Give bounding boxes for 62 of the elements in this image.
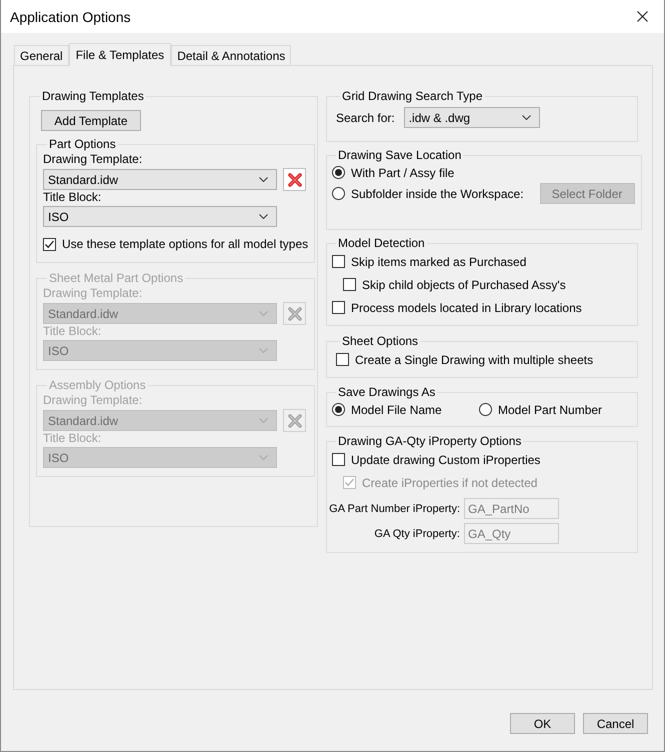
checkbox-label: Process models located in Library locations [351,300,582,314]
checkbox[interactable] [336,353,349,366]
radio-label: Model Part Number [498,402,602,416]
chevron-icon [259,311,268,316]
chevron-icon [259,177,268,182]
field-label: Title Block: [43,323,102,340]
dropdown[interactable]: Standard.idw [43,169,277,190]
dropdown[interactable]: ISO [43,206,277,227]
group-title: Save Drawings As [337,385,436,399]
group-title: Part Options [48,137,117,151]
close-icon[interactable] [637,11,648,22]
radio-button[interactable] [479,403,492,416]
radio-label: Subfolder inside the Workspace: [351,186,524,200]
checkbox-label: Create a Single Drawing with multiple sheets [355,352,594,366]
field-label: Title Block: [43,430,102,447]
field-label: Drawing Template: [43,285,144,302]
tab[interactable]: General [14,45,69,65]
chevron-icon [259,455,268,460]
ok-button[interactable]: OK [510,713,575,734]
field-label: GA Part Number iProperty: [328,502,460,516]
cross-icon [288,306,302,320]
group-title: Sheet Metal Part Options [48,271,184,285]
cross-icon [288,172,302,186]
field-label: Drawing Template: [43,151,144,168]
tab[interactable]: Detail & Annotations [171,45,292,65]
tab[interactable]: File & Templates [68,43,172,66]
checkbox[interactable] [332,255,345,268]
checkbox-label: Skip items marked as Purchased [351,254,526,268]
checkbox[interactable] [332,301,345,314]
dropdown[interactable]: .idw & .dwg [404,107,540,128]
checkbox[interactable] [343,278,356,291]
radio-button[interactable] [332,403,345,416]
checkbox-label: Create iProperties if not detected [362,476,538,490]
radio-label: With Part / Assy file [351,166,454,180]
field-label: GA Qty iProperty: [373,526,460,540]
radio-button[interactable] [332,166,345,179]
checkbox-label: Use these template options for all model types [62,237,308,251]
field-label: Search for: [336,110,395,124]
chevron-icon [259,418,268,423]
group-title: Model Detection [337,236,426,250]
group-title: Drawing GA-Qty iProperty Options [337,434,522,448]
radio-button[interactable] [332,187,345,200]
checkbox-label: Update drawing Custom iProperties [351,452,540,466]
group-title: Drawing Templates [41,89,145,103]
field-label: Title Block: [43,189,102,206]
group-title: Sheet Options [341,334,420,348]
checkbox[interactable] [43,238,56,250]
chevron-icon [522,115,531,120]
delete-button[interactable] [283,168,306,191]
radio-label: Model File Name [351,402,442,416]
chevron-icon [259,348,268,353]
cross-icon [288,414,302,428]
group-title: Grid Drawing Search Type [341,89,484,103]
group-title: Drawing Save Location [337,148,462,162]
checkbox-label: Skip child objects of Purchased Assy's [362,278,566,292]
cancel-button[interactable]: Cancel [583,713,648,734]
field-label: Drawing Template: [43,392,144,409]
window-title: Application Options [10,8,131,24]
checkbox[interactable] [332,453,345,466]
group-title: Assembly Options [48,378,147,392]
chevron-icon [259,214,268,219]
add-template-button[interactable]: Add Template [41,110,141,131]
